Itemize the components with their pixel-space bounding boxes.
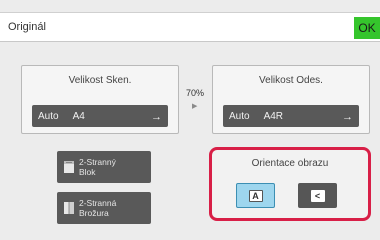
two-sided-booklet-label: 2-Stranná Brožura [79,198,116,218]
landscape-orientation-button[interactable]: < [298,183,337,208]
send-size-mode: Auto [229,110,250,122]
tablet-pad-icon [64,161,74,173]
arrow-right-icon: → [342,111,353,123]
image-orientation-panel: Orientace obrazu A < [209,147,371,221]
send-size-label: Velikost Odes. [259,75,323,86]
two-sided-booklet-button[interactable]: 2-Stranná Brožura [57,192,151,224]
scan-size-button[interactable]: Auto A4 → [32,105,168,127]
send-size-value: A4R [263,110,284,122]
arrow-right-icon: → [151,111,162,123]
portrait-orientation-icon: A [248,189,263,202]
page-title: Originál [8,21,46,33]
two-sided-tablet-line1: 2-Stranný [79,157,116,167]
two-sided-booklet-line2: Brožura [79,208,109,218]
ratio-value: 70% [186,88,205,98]
send-size-panel: Velikost Odes. Auto A4R → [212,65,370,134]
two-sided-booklet-line1: 2-Stranná [79,198,117,208]
two-sided-tablet-label: 2-Stranný Blok [79,157,116,177]
ok-button[interactable]: OK [354,17,380,39]
scan-size-mode: Auto [38,110,59,122]
scan-size-panel: Velikost Sken. Auto A4 → [21,65,179,134]
two-sided-tablet-button[interactable]: 2-Stranný Blok [57,151,151,183]
two-sided-tablet-line2: Blok [79,167,96,177]
scan-size-value: A4 [72,110,85,122]
landscape-orientation-icon: < [310,189,325,202]
booklet-icon [64,202,74,214]
image-orientation-label: Orientace obrazu [251,158,329,169]
send-size-button[interactable]: Auto A4R → [223,105,359,127]
original-settings-screen: Originál OK Velikost Sken. Auto A4 → 70%… [0,0,380,240]
play-arrow-icon: ▶ [192,103,198,110]
portrait-orientation-button[interactable]: A [236,183,275,208]
scan-size-label: Velikost Sken. [68,75,132,86]
title-bar: Originál OK [0,12,380,42]
